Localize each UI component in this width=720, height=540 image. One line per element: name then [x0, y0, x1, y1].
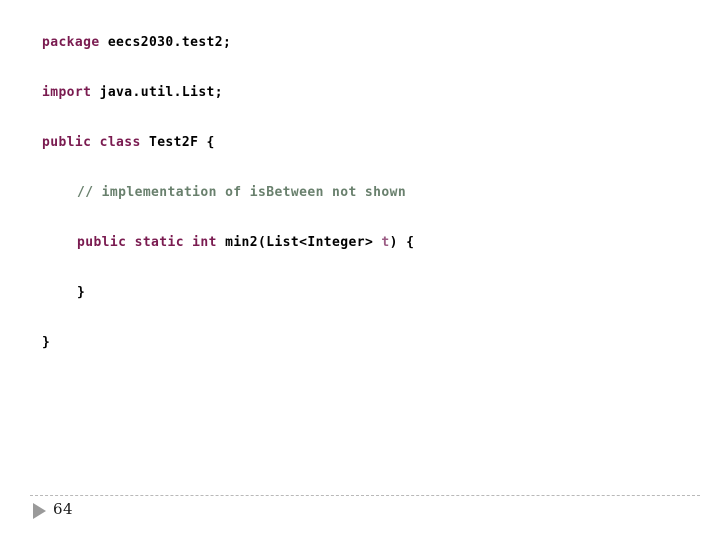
code-block: package eecs2030.test2; import java.util.… [42, 18, 702, 368]
slide-footer: 64 [0, 489, 720, 540]
code-token-keyword: public static int [77, 235, 217, 250]
code-line: } [42, 318, 702, 368]
code-token-plain: } [42, 335, 51, 350]
code-line: import java.util.List; [42, 68, 702, 118]
code-token-plain: java.util.List; [91, 85, 224, 100]
code-token-comment: // implementation of isBetween not shown [77, 185, 407, 200]
code-token-plain: min2(List<Integer> [216, 235, 382, 250]
code-line: // implementation of isBetween not shown [42, 168, 702, 218]
code-token-plain: eecs2030.test2; [99, 35, 232, 50]
code-token-keyword: public class [42, 135, 141, 150]
code-token-plain: Test2F { [140, 135, 215, 150]
code-token-keyword: package [42, 35, 100, 50]
code-token-keyword: import [42, 85, 92, 100]
code-token-plain: ) { [389, 235, 415, 250]
code-line: } [42, 268, 702, 318]
code-line: public static int min2(List<Integer> t) … [42, 218, 702, 268]
code-line: public class Test2F { [42, 118, 702, 168]
code-token-parameter: t [381, 235, 390, 250]
code-line: package eecs2030.test2; [42, 18, 702, 68]
slide-canvas: package eecs2030.test2; import java.util.… [0, 0, 720, 540]
triangle-right-icon [33, 503, 46, 519]
page-number: 64 [53, 500, 74, 518]
code-token-plain: } [77, 285, 86, 300]
footer-divider [30, 495, 700, 496]
